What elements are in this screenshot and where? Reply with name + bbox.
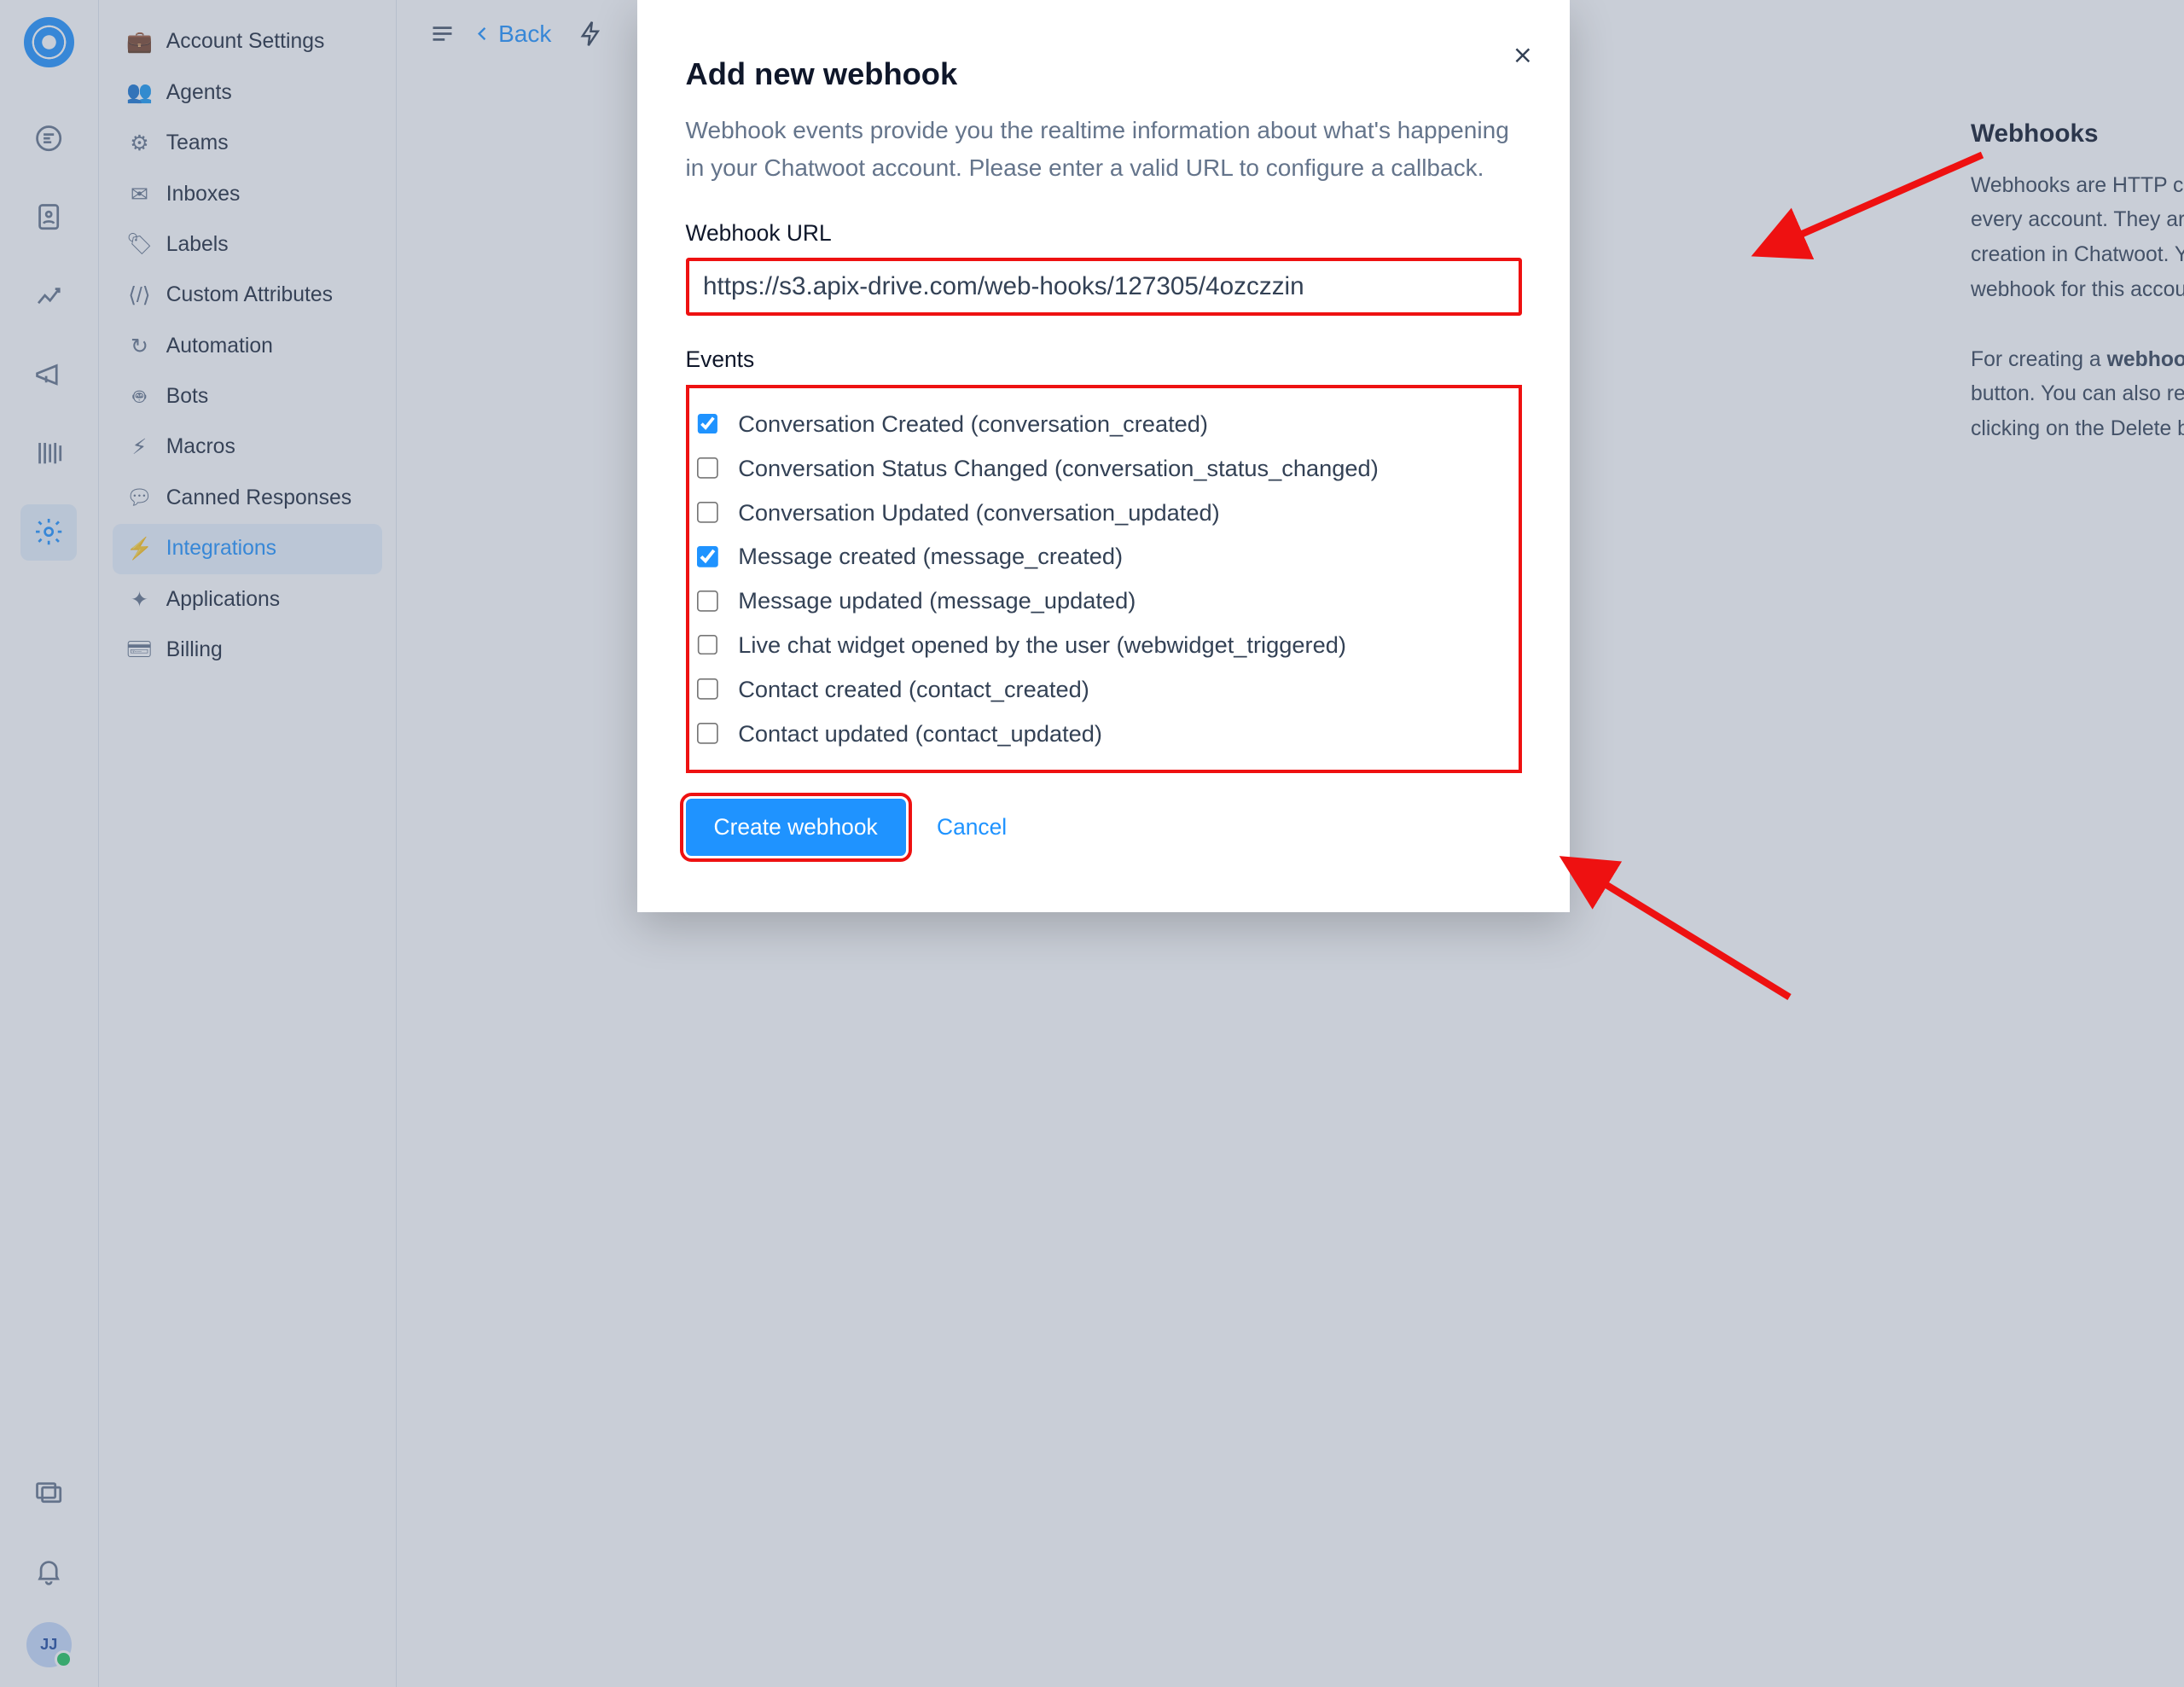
event-label: Live chat widget opened by the user (web… <box>738 631 1346 659</box>
event-label: Message created (message_created) <box>738 543 1123 570</box>
event-checkbox[interactable] <box>697 590 718 612</box>
event-checkbox[interactable] <box>697 678 718 700</box>
event-row: Conversation Updated (conversation_updat… <box>692 491 1516 535</box>
event-label: Conversation Created (conversation_creat… <box>738 410 1208 438</box>
annotation-arrow-2 <box>1550 842 1804 1011</box>
annotation-arrow-1 <box>1743 141 1996 268</box>
event-label: Contact updated (contact_updated) <box>738 720 1102 748</box>
webhook-url-input[interactable]: https://s3.apix-drive.com/web-hooks/1273… <box>686 258 1522 316</box>
event-row: Conversation Created (conversation_creat… <box>692 402 1516 446</box>
event-row: Message updated (message_updated) <box>692 579 1516 623</box>
event-row: Conversation Status Changed (conversatio… <box>692 446 1516 491</box>
event-label: Message updated (message_updated) <box>738 587 1136 614</box>
event-checkbox[interactable] <box>697 723 718 744</box>
event-checkbox[interactable] <box>697 502 718 523</box>
modal-description: Webhook events provide you the realtime … <box>686 112 1522 186</box>
event-checkbox[interactable] <box>697 457 718 479</box>
event-checkbox[interactable] <box>697 635 718 656</box>
event-row: Contact updated (contact_updated) <box>692 712 1516 756</box>
event-checkbox[interactable] <box>697 414 718 435</box>
events-label: Events <box>686 346 1522 373</box>
event-row: Message created (message_created) <box>692 535 1516 579</box>
cancel-button[interactable]: Cancel <box>937 814 1007 841</box>
add-webhook-modal: Add new webhook Webhook events provide y… <box>637 0 1569 912</box>
event-label: Contact created (contact_created) <box>738 676 1089 703</box>
events-group: Conversation Created (conversation_creat… <box>686 385 1522 773</box>
modal-title: Add new webhook <box>686 56 1522 92</box>
close-icon[interactable] <box>1510 43 1536 68</box>
event-row: Contact created (contact_created) <box>692 667 1516 712</box>
event-label: Conversation Updated (conversation_updat… <box>738 499 1219 526</box>
webhook-url-label: Webhook URL <box>686 220 1522 247</box>
event-checkbox[interactable] <box>697 546 718 567</box>
create-webhook-button[interactable]: Create webhook <box>686 799 906 856</box>
event-label: Conversation Status Changed (conversatio… <box>738 455 1379 482</box>
event-row: Live chat widget opened by the user (web… <box>692 623 1516 667</box>
